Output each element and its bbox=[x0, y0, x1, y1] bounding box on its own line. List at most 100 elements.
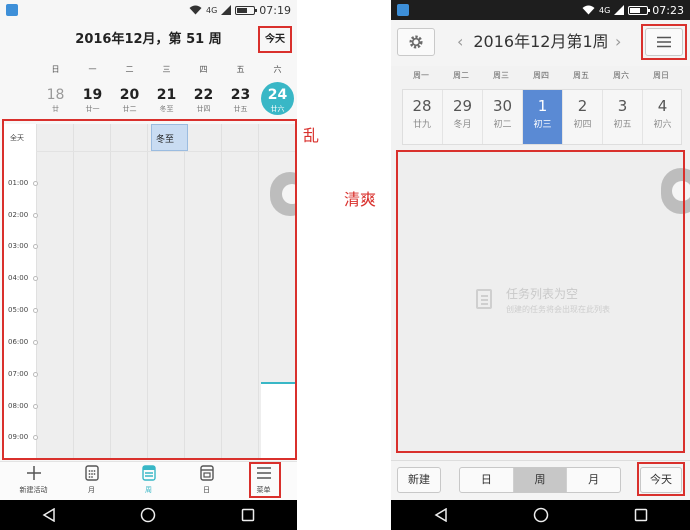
tab-label: 月 bbox=[88, 486, 95, 494]
new-button[interactable]: 新建 bbox=[397, 467, 441, 493]
tab-day[interactable]: 日 bbox=[178, 465, 235, 495]
weekday-header: 周一 周二 周三 周四 周五 周六 周日 bbox=[401, 70, 681, 84]
date-cell[interactable]: 20 廿二 bbox=[111, 86, 148, 114]
lunar-label: 廿 bbox=[52, 105, 59, 113]
home-icon[interactable] bbox=[140, 507, 156, 523]
date-number: 23 bbox=[230, 87, 251, 103]
lunar-label: 初二 bbox=[493, 120, 512, 130]
comparison-stage: 4G 07:19 2016年12月，第 51 周 今天 日 一 二 三 四 五 … bbox=[0, 0, 690, 530]
date-cell-selected[interactable]: 24 廿六 bbox=[259, 82, 296, 115]
weekday-label: 五 bbox=[236, 65, 245, 74]
weekday-label: 周日 bbox=[653, 71, 669, 80]
view-day-tab[interactable]: 日 bbox=[460, 468, 513, 492]
date-cell[interactable]: 21 冬至 bbox=[148, 86, 185, 114]
recent-apps-icon[interactable] bbox=[634, 508, 648, 522]
highlight-box-today bbox=[258, 26, 292, 53]
weekday-label: 周三 bbox=[493, 71, 509, 80]
date-cell[interactable]: 19 廿一 bbox=[74, 86, 111, 114]
week-title: 2016年12月，第 51 周 bbox=[75, 32, 222, 47]
tab-label: 新建活动 bbox=[19, 486, 48, 494]
lunar-label: 冬月 bbox=[453, 120, 472, 130]
back-icon[interactable] bbox=[434, 508, 448, 522]
settings-button[interactable] bbox=[397, 28, 435, 56]
signal-icon bbox=[221, 5, 232, 15]
date-cell[interactable]: 28 廿九 bbox=[402, 90, 442, 144]
date-number: 30 bbox=[492, 97, 513, 115]
highlight-box-grid bbox=[2, 119, 297, 460]
battery-icon bbox=[235, 5, 258, 15]
tab-new-event[interactable]: 新建活动 bbox=[5, 465, 62, 495]
date-cell-selected[interactable]: 1 初三 bbox=[522, 90, 562, 144]
weekday-label: 周六 bbox=[613, 71, 629, 80]
recent-apps-icon[interactable] bbox=[241, 508, 255, 522]
view-month-tab[interactable]: 月 bbox=[566, 468, 620, 492]
date-number: 19 bbox=[82, 87, 103, 103]
tab-month[interactable]: 月 bbox=[63, 465, 120, 495]
status-bar: 4G 07:23 bbox=[391, 0, 690, 20]
home-icon[interactable] bbox=[533, 507, 549, 523]
app-notification-icon bbox=[397, 4, 409, 16]
week-title: 2016年12月第1周 bbox=[473, 32, 609, 51]
date-number: 4 bbox=[657, 97, 668, 115]
lunar-label: 廿二 bbox=[122, 105, 137, 113]
weekday-label: 周四 bbox=[533, 71, 549, 80]
lunar-label: 初五 bbox=[613, 120, 632, 130]
view-week-tab[interactable]: 周 bbox=[512, 468, 567, 492]
left-phone-screen: 4G 07:19 2016年12月，第 51 周 今天 日 一 二 三 四 五 … bbox=[0, 0, 297, 530]
date-cell[interactable]: 30 初二 bbox=[482, 90, 522, 144]
date-number: 3 bbox=[617, 97, 628, 115]
weekday-label: 周二 bbox=[453, 71, 469, 80]
date-cell[interactable]: 18 廿 bbox=[37, 86, 74, 114]
date-cell[interactable]: 3 初五 bbox=[602, 90, 642, 144]
lunar-label: 廿五 bbox=[233, 105, 248, 113]
weekday-label: 周五 bbox=[573, 71, 589, 80]
tab-label: 日 bbox=[203, 486, 210, 494]
weekday-label: 二 bbox=[125, 65, 134, 74]
tab-week[interactable]: 周 bbox=[120, 465, 177, 495]
weekday-label: 一 bbox=[88, 65, 97, 74]
wifi-icon bbox=[582, 5, 595, 15]
weekday-label: 日 bbox=[51, 65, 60, 74]
network-type: 4G bbox=[206, 5, 218, 15]
highlight-box-list bbox=[396, 150, 685, 453]
status-right: 4G 07:23 bbox=[582, 0, 684, 20]
date-number: 24 bbox=[267, 87, 288, 103]
lunar-label: 初四 bbox=[573, 120, 592, 130]
system-nav-bar bbox=[0, 500, 297, 530]
date-cell[interactable]: 23 廿五 bbox=[222, 86, 259, 114]
status-bar: 4G 07:19 bbox=[0, 0, 297, 20]
next-week-icon[interactable]: › bbox=[615, 30, 621, 54]
date-number: 1 bbox=[537, 97, 548, 115]
date-number: 2 bbox=[577, 97, 588, 115]
weekday-label: 六 bbox=[273, 65, 282, 74]
status-time: 07:23 bbox=[652, 3, 684, 17]
lunar-label: 廿六 bbox=[270, 105, 285, 113]
week-dates-row: 18 廿 19 廿一 20 廿二 21 冬至 22 廿四 23 廿五 24 廿六 bbox=[0, 82, 297, 120]
weekday-label: 周一 bbox=[413, 71, 429, 80]
lunar-label: 冬至 bbox=[159, 105, 174, 113]
date-number: 18 bbox=[46, 87, 65, 103]
date-number: 20 bbox=[119, 87, 140, 103]
tab-label: 周 bbox=[145, 486, 152, 494]
status-right: 4G 07:19 bbox=[189, 0, 291, 20]
date-cell[interactable]: 4 初六 bbox=[642, 90, 682, 144]
annotation-clean: 清爽 bbox=[344, 190, 377, 209]
back-icon[interactable] bbox=[42, 508, 56, 522]
gear-icon bbox=[409, 35, 423, 49]
view-switcher: 日 周 月 bbox=[459, 467, 621, 493]
system-nav-bar bbox=[391, 500, 690, 530]
date-cell[interactable]: 22 廿四 bbox=[185, 86, 222, 114]
signal-icon bbox=[614, 5, 625, 15]
lunar-label: 初六 bbox=[653, 120, 672, 130]
week-grid-icon bbox=[141, 465, 156, 481]
date-cell[interactable]: 29 冬月 bbox=[442, 90, 482, 144]
right-phone-screen: 4G 07:23 ‹ 2016年12月第1周 › 周一 周二 周三 周四 周五 … bbox=[391, 0, 690, 530]
date-cell[interactable]: 2 初四 bbox=[562, 90, 602, 144]
date-number: 22 bbox=[193, 87, 214, 103]
wifi-icon bbox=[189, 5, 202, 15]
battery-icon bbox=[628, 5, 651, 15]
lunar-label: 廿一 bbox=[85, 105, 100, 113]
highlight-box-menu bbox=[249, 462, 281, 498]
network-type: 4G bbox=[599, 5, 611, 15]
date-number: 28 bbox=[412, 97, 432, 115]
